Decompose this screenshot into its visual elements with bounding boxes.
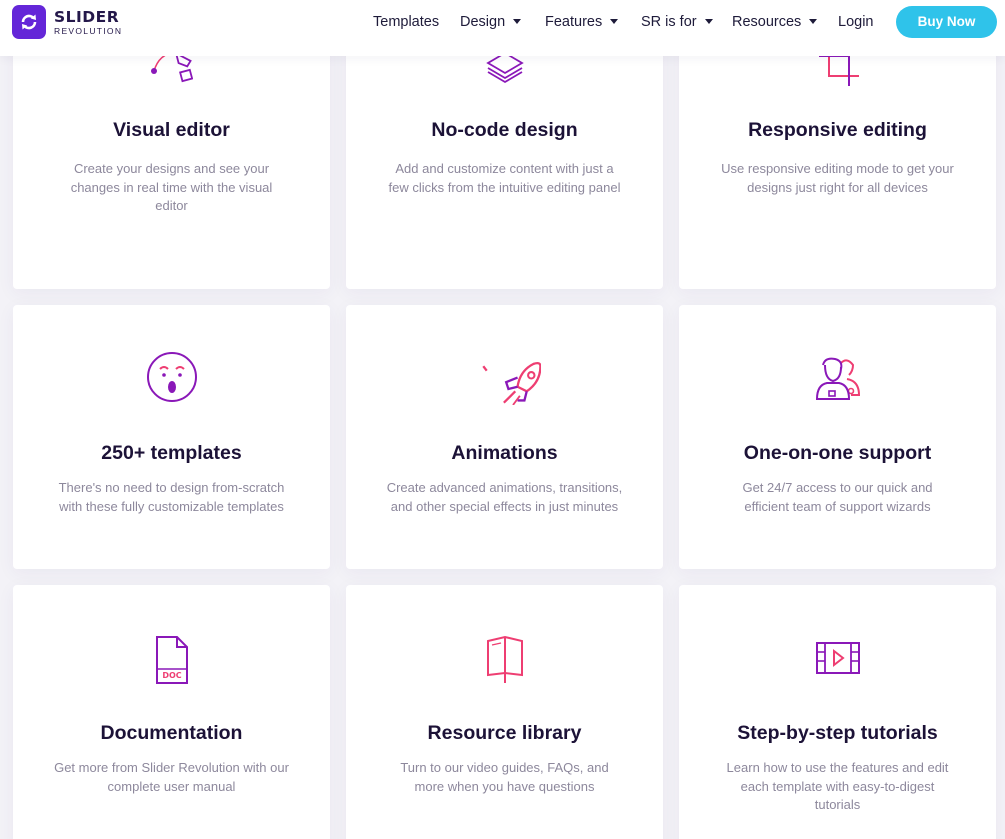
nav-sr-is-for-label: SR is for — [641, 14, 697, 30]
feature-card-visual-editor: Visual editor Create your designs and se… — [13, 25, 330, 289]
svg-text:DOC: DOC — [162, 671, 181, 680]
feature-card-animations: Animations Create advanced animations, t… — [346, 305, 663, 569]
nav-login-label: Login — [838, 14, 874, 30]
feature-card-documentation: DOC Documentation Get more from Slider R… — [13, 585, 330, 839]
rocket-icon — [482, 357, 560, 406]
nav-features-label: Features — [545, 14, 603, 30]
top-navbar: SLIDER REVOLUTION Templates Design Featu… — [0, 0, 1005, 56]
feature-description: Get more from Slider Revolution with our… — [54, 760, 289, 794]
nav-login[interactable]: Login — [838, 13, 873, 31]
nav-sr-is-for[interactable]: SR is for — [641, 13, 713, 31]
nav-features[interactable]: Features — [545, 13, 619, 31]
nav-resources-label: Resources — [732, 14, 802, 30]
doc-file-icon: DOC — [151, 635, 193, 684]
feature-description: Use responsive editing mode to get your … — [721, 161, 954, 195]
chevron-down-icon — [809, 18, 818, 24]
feature-title: 250+ templates — [101, 442, 242, 464]
video-film-icon — [816, 641, 860, 683]
feature-description: Add and customize content with just a fe… — [388, 161, 621, 195]
feature-card-tutorials: Step-by-step tutorials Learn how to use … — [679, 585, 996, 839]
chevron-down-icon — [610, 18, 619, 24]
feature-title: No-code design — [431, 119, 578, 141]
feature-description: Create your designs and see your changes… — [70, 161, 273, 213]
feature-title: Responsive editing — [748, 119, 927, 141]
feature-title: Animations — [451, 442, 558, 464]
feature-card-templates: 250+ templates There's no need to design… — [13, 305, 330, 569]
nav-templates-label: Templates — [373, 14, 440, 30]
feature-title: One-on-one support — [743, 442, 932, 464]
feature-title: Visual editor — [113, 119, 230, 141]
feature-title: Resource library — [427, 722, 582, 744]
buy-now-button[interactable]: Buy Now — [896, 6, 997, 38]
open-book-icon — [484, 635, 526, 683]
feature-description: There's no need to design from-scratch w… — [58, 480, 285, 514]
feature-description: Turn to our video guides, FAQs, and more… — [400, 760, 609, 794]
nav-resources[interactable]: Resources — [732, 13, 818, 31]
slider-revolution-logo-icon — [12, 5, 46, 39]
nav-design-label: Design — [460, 14, 506, 30]
feature-title: Step-by-step tutorials — [737, 722, 938, 744]
chevron-down-icon — [513, 18, 522, 24]
feature-card-resource-library: Resource library Turn to our video guide… — [346, 585, 663, 839]
nav-design[interactable]: Design — [460, 13, 522, 31]
feature-description: Learn how to use the features and edit e… — [726, 760, 949, 812]
feature-card-responsive-editing: Responsive editing Use responsive editin… — [679, 25, 996, 289]
surprised-face-icon — [147, 352, 197, 402]
feature-card-support: One-on-one support Get 24/7 access to ou… — [679, 305, 996, 569]
support-people-icon — [815, 355, 861, 400]
chevron-down-icon — [704, 18, 713, 24]
brand-subtitle: REVOLUTION — [54, 26, 123, 36]
brand-logo[interactable]: SLIDER REVOLUTION — [12, 5, 132, 41]
feature-description: Create advanced animations, transitions,… — [386, 480, 623, 514]
feature-title: Documentation — [100, 722, 243, 744]
feature-description: Get 24/7 access to our quick and efficie… — [742, 480, 933, 514]
nav-templates[interactable]: Templates — [373, 13, 439, 31]
feature-card-no-code-design: No-code design Add and customize content… — [346, 25, 663, 289]
brand-name: SLIDER — [54, 8, 120, 26]
